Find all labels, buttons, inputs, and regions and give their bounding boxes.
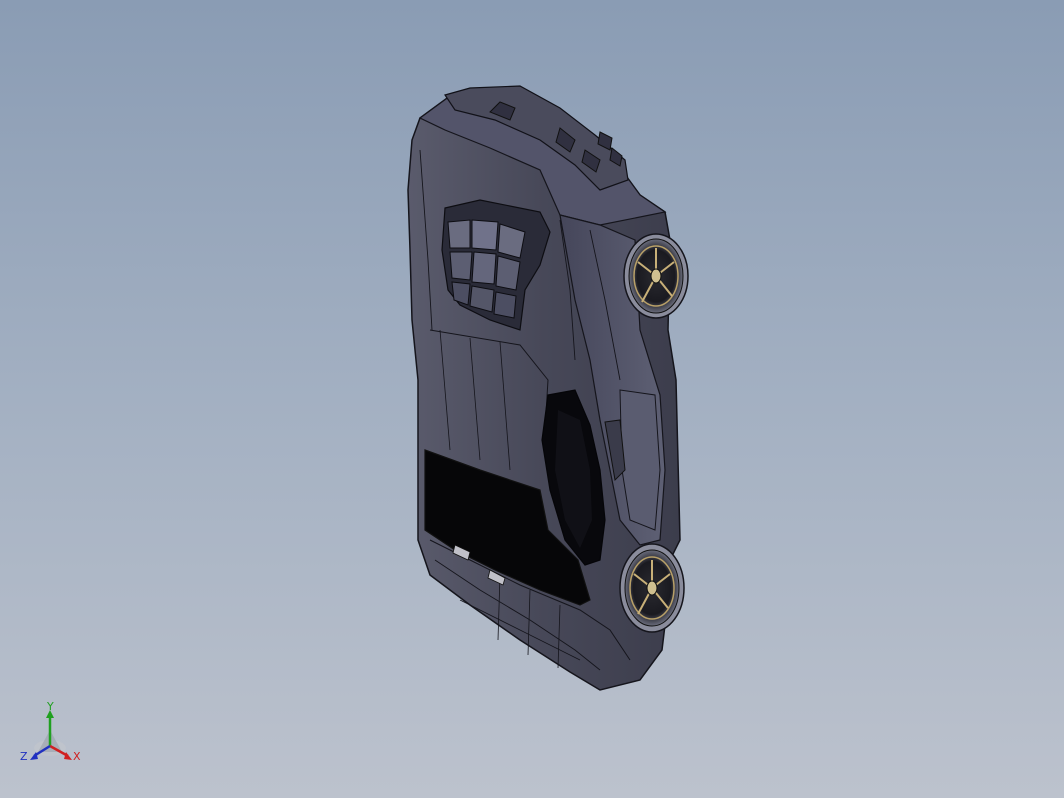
car-3d-model[interactable]	[0, 0, 1064, 798]
z-axis-label: Z	[20, 750, 28, 763]
reference-triad: Y X Z	[20, 702, 81, 763]
x-axis-label: X	[73, 750, 81, 763]
graphics-viewport[interactable]: Y X Z	[0, 0, 1064, 798]
front-wheel	[623, 233, 689, 319]
y-axis-label: Y	[46, 702, 54, 713]
rear-wheel	[619, 543, 685, 633]
